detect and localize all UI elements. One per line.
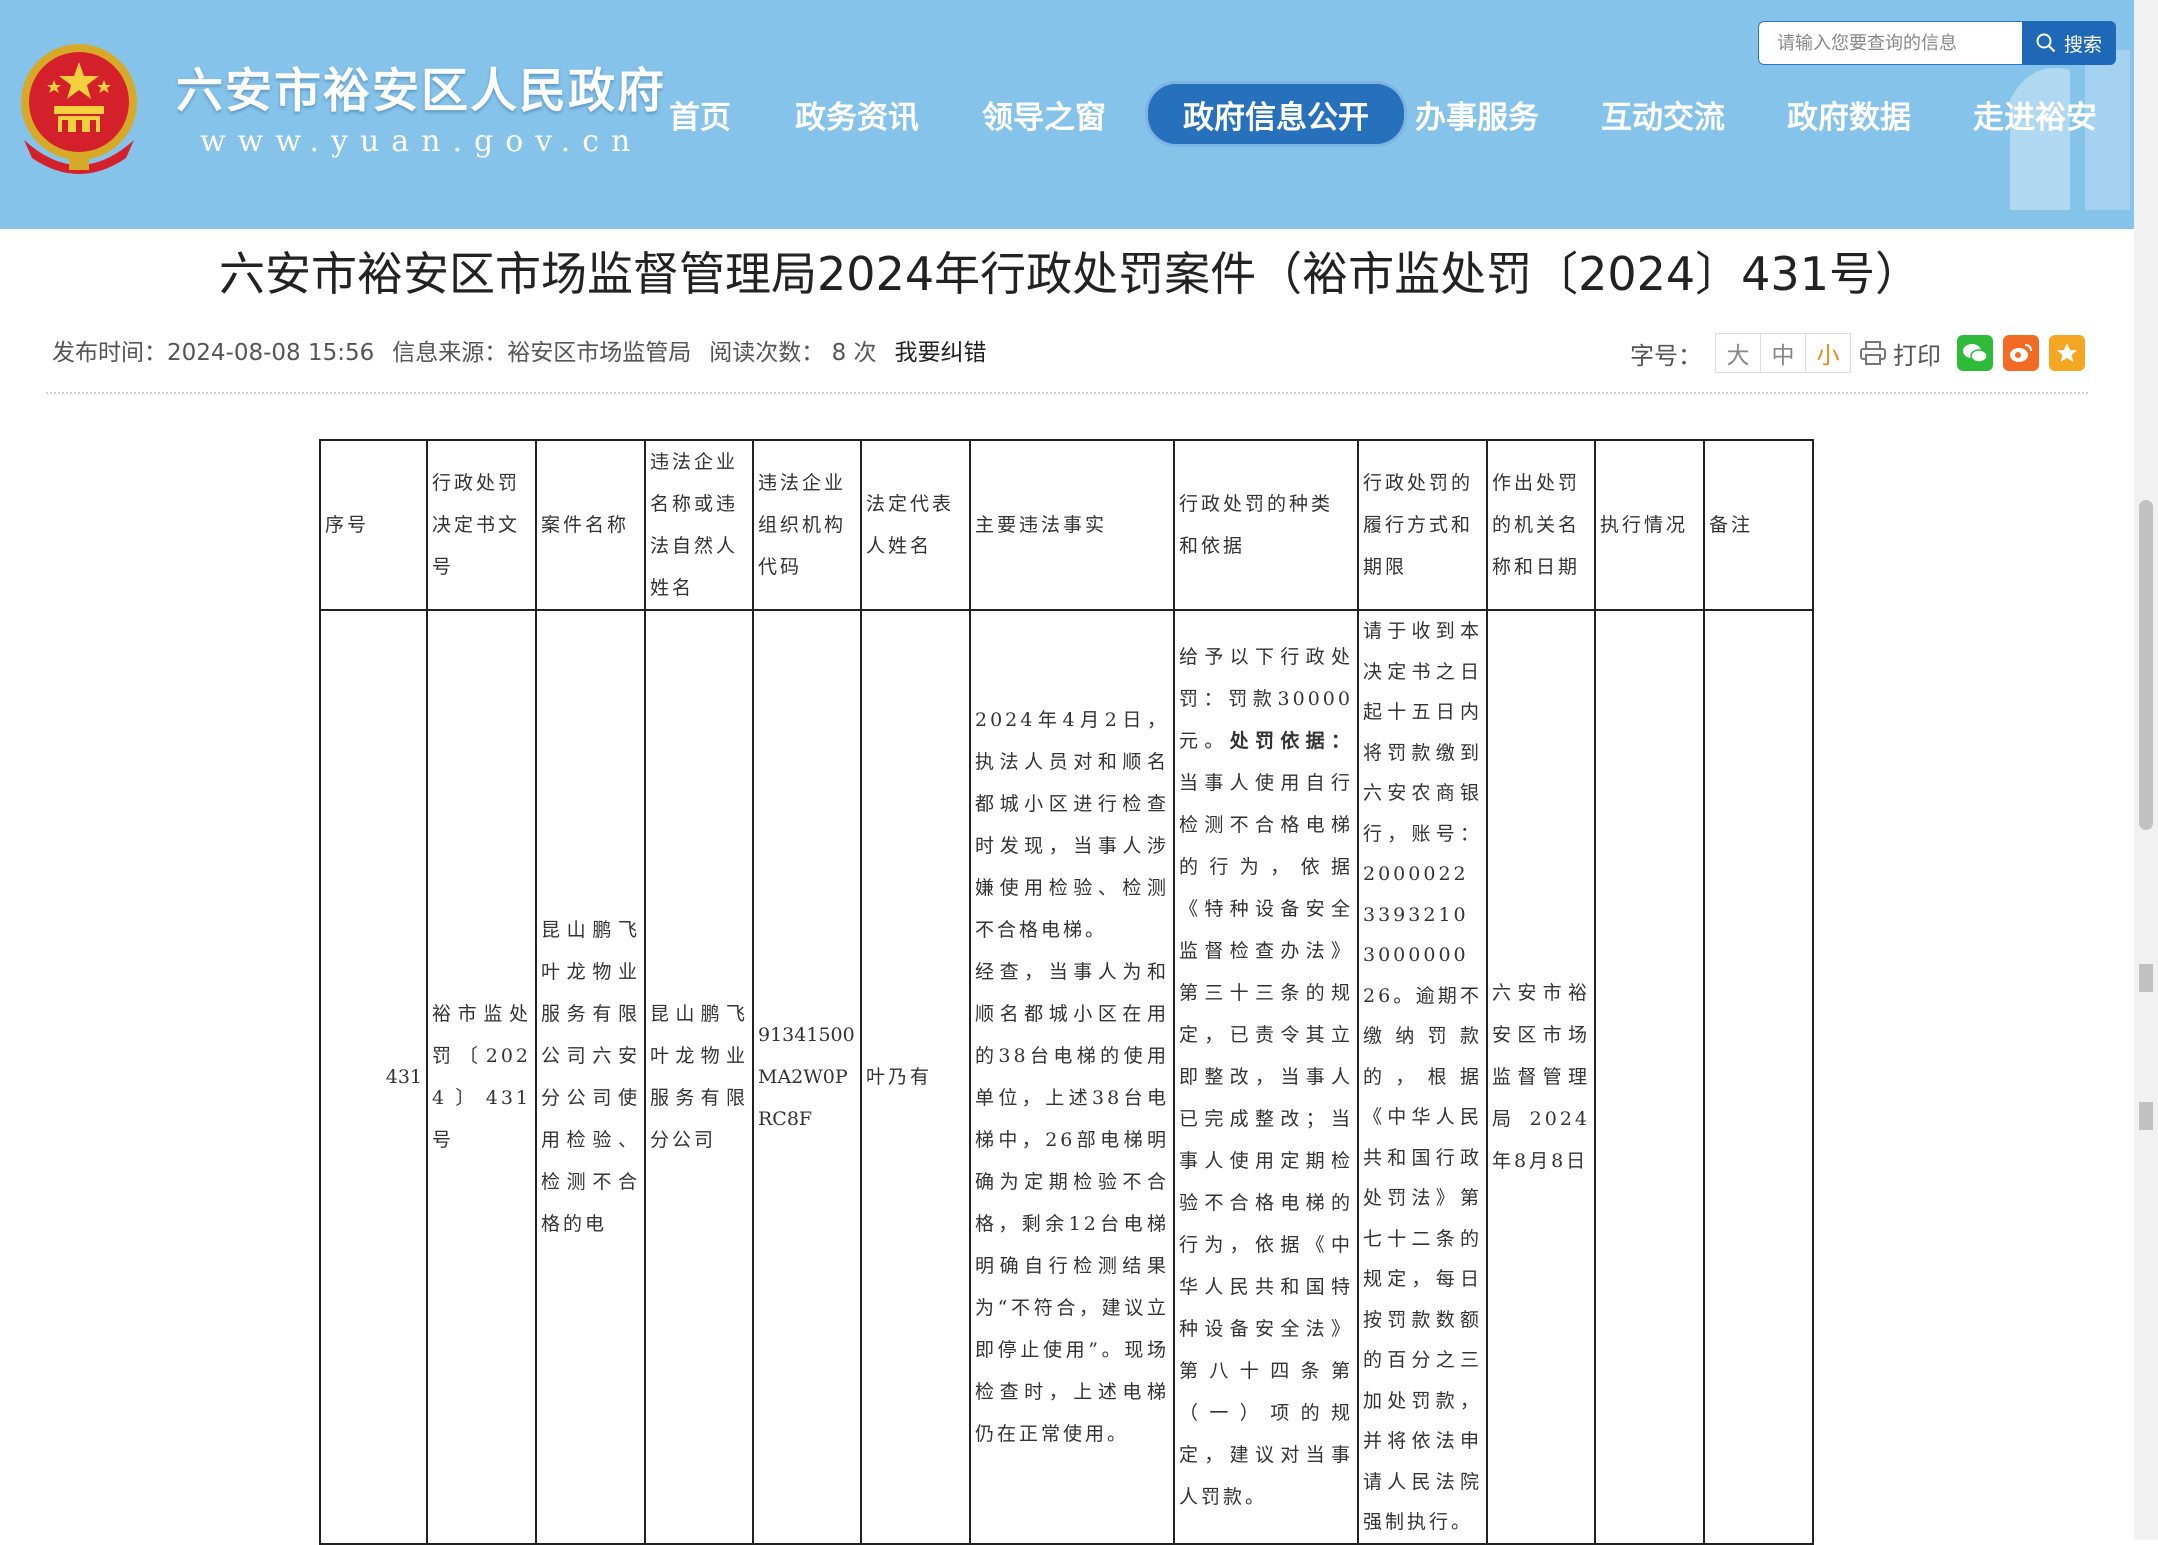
- header-seq: 序号: [319, 439, 428, 611]
- cell-penalty-type-basis: 给予以下行政处罚：罚款30000元。处罚依据：当事人使用自行检测不合格电梯的行为…: [1173, 609, 1359, 1545]
- favorite-star-icon: [2057, 343, 2077, 362]
- cell-case-name: 昆山鹏飞叶龙物业服务有限公司六安分公司使用检验、检测不合格的电: [535, 609, 646, 1545]
- nav-about-yuan[interactable]: 走进裕安: [1971, 84, 2099, 144]
- cell-fulfillment: 请于收到本决定书之日起十五日内将罚款缴到六安农商银行，账号：2000022339…: [1357, 609, 1488, 1545]
- font-size-label: 字号：: [1630, 341, 1702, 370]
- scrollbar-marker: [2139, 1102, 2153, 1130]
- table-header-row: 序号 行政处罚决定书文号 案件名称 违法企业名称或违法自然人姓名 违法企业组织机…: [319, 439, 1814, 611]
- header-remark: 备注: [1703, 439, 1814, 611]
- cell-seq: 431: [319, 609, 428, 1545]
- publish-time: 发布时间：2024-08-08 15:56: [52, 340, 375, 366]
- penalty-basis-label: 处罚依据：: [1229, 729, 1353, 752]
- cell-org-code: 91341500MA2W0PRC8F: [752, 609, 862, 1545]
- facts-paragraph-1: 2024年4月2日，执法人员对和顺名都城小区进行检查时发现，当事人涉嫌使用检验、…: [975, 708, 1169, 941]
- penalty-basis-text: 当事人使用自行检测不合格电梯的行为，依据《特种设备安全监督检查办法》第三十三条的…: [1179, 771, 1353, 1508]
- nav-government-news[interactable]: 政务资讯: [793, 84, 921, 144]
- print-label: 打印: [1893, 341, 1941, 370]
- header-case-name: 案件名称: [535, 439, 646, 611]
- search-box: [1758, 21, 2022, 65]
- facts-paragraph-2: 经查，当事人为和顺名都城小区在用的38台电梯的使用单位，上述38台电梯中，26部…: [975, 960, 1169, 1445]
- nav-leaders[interactable]: 领导之窗: [980, 84, 1108, 144]
- header-fulfillment: 行政处罚的履行方式和期限: [1357, 439, 1488, 611]
- cell-party-name: 昆山鹏飞叶龙物业服务有限分公司: [644, 609, 754, 1545]
- scrollbar-marker: [2139, 964, 2153, 992]
- page-scrollbar[interactable]: [2134, 0, 2158, 1540]
- font-size-group: 大 中 小: [1715, 333, 1851, 373]
- cell-main-facts: 2024年4月2日，执法人员对和顺名都城小区进行检查时发现，当事人涉嫌使用检验、…: [969, 609, 1175, 1545]
- header-main-facts: 主要违法事实: [969, 439, 1175, 611]
- header-authority-date: 作出处罚的机关名称和日期: [1486, 439, 1596, 611]
- article-title: 六安市裕安区市场监督管理局2024年行政处罚案件（裕市监处罚〔2024〕431号…: [219, 247, 1921, 301]
- search-icon: [2036, 33, 2056, 53]
- header-org-code: 违法企业组织机构代码: [752, 439, 862, 611]
- main-nav: 首页 政务资讯 领导之窗 政府信息公开 办事服务 互动交流 政府数据 走进裕安: [0, 84, 2134, 144]
- report-error-link[interactable]: 我要纠错: [895, 333, 987, 367]
- wechat-share-button[interactable]: [1957, 335, 1993, 371]
- nav-gov-data[interactable]: 政府数据: [1785, 84, 1913, 144]
- cell-decision-no: 裕市监处罚〔2024〕431号: [426, 609, 537, 1545]
- penalty-case-table: 序号 行政处罚决定书文号 案件名称 违法企业名称或违法自然人姓名 违法企业组织机…: [319, 439, 1814, 1545]
- weibo-icon: [2010, 344, 2032, 362]
- header-decision-no: 行政处罚决定书文号: [426, 439, 537, 611]
- search-input[interactable]: [1759, 22, 2022, 64]
- article-tools: 字号： 大 中 小 打印: [1630, 333, 2085, 373]
- font-medium-button[interactable]: 中: [1760, 333, 1806, 373]
- view-count: 阅读次数： 8 次: [709, 340, 877, 366]
- header-penalty-type-basis: 行政处罚的种类和依据: [1173, 439, 1359, 611]
- info-source: 信息来源：裕安区市场监管局: [392, 340, 692, 366]
- cell-legal-rep: 叶乃有: [860, 609, 971, 1545]
- favorite-button[interactable]: [2049, 335, 2085, 371]
- header-legal-rep: 法定代表人姓名: [860, 439, 971, 611]
- font-small-button[interactable]: 小: [1805, 333, 1851, 373]
- cell-execution: [1594, 609, 1705, 1545]
- scrollbar-thumb[interactable]: [2139, 500, 2153, 830]
- print-button[interactable]: 打印: [1859, 336, 1941, 371]
- header-execution: 执行情况: [1594, 439, 1705, 611]
- table-row: 431 裕市监处罚〔2024〕431号 昆山鹏飞叶龙物业服务有限公司六安分公司使…: [319, 609, 1814, 1545]
- search-button-label: 搜索: [2063, 33, 2102, 56]
- site-header: 六安市裕安区人民政府 www.yuan.gov.cn 搜索 首页 政务资讯 领导…: [0, 0, 2134, 229]
- nav-services[interactable]: 办事服务: [1413, 84, 1541, 144]
- wechat-icon: [1963, 344, 1988, 363]
- font-large-button[interactable]: 大: [1715, 333, 1761, 373]
- header-party-name: 违法企业名称或违法自然人姓名: [644, 439, 754, 611]
- cell-authority-date: 六安市裕安区市场监督管理局2024年8月8日: [1486, 609, 1596, 1545]
- search-button[interactable]: 搜索: [2022, 21, 2116, 65]
- article-meta: 发布时间：2024-08-08 15:56 信息来源：裕安区市场监管局 阅读次数…: [52, 333, 987, 367]
- nav-home[interactable]: 首页: [668, 84, 732, 144]
- weibo-share-button[interactable]: [2003, 335, 2039, 371]
- nav-gov-info-disclosure[interactable]: 政府信息公开: [1148, 84, 1404, 144]
- cell-remark: [1703, 609, 1814, 1545]
- nav-interaction[interactable]: 互动交流: [1599, 84, 1727, 144]
- printer-icon: [1860, 341, 1886, 365]
- content-divider: [46, 392, 2088, 394]
